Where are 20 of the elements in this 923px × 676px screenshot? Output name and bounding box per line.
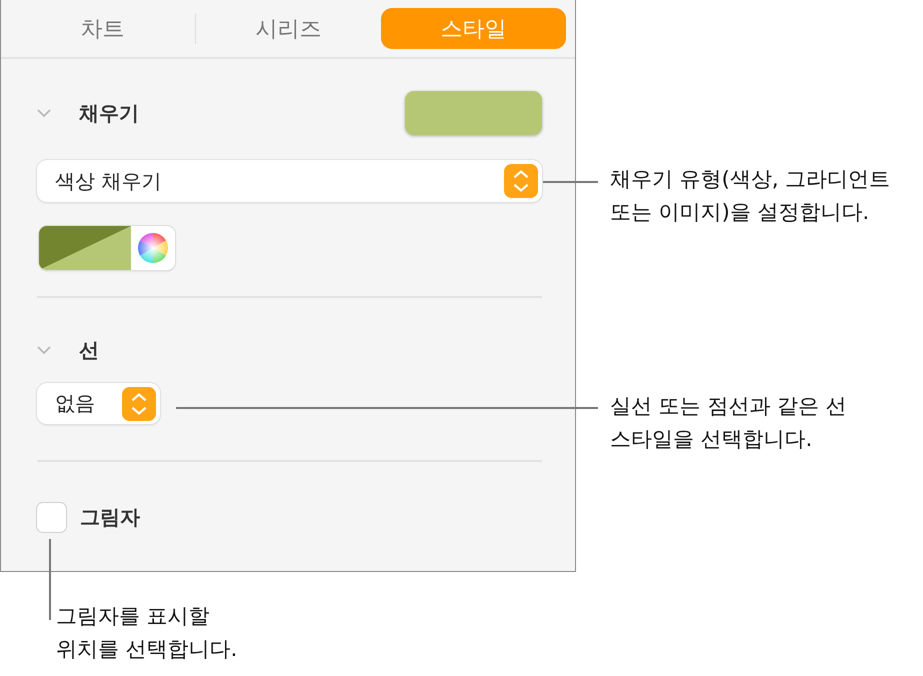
line-style-dropdown[interactable]: 없음 xyxy=(37,383,160,424)
checkbox-label: 그림자 xyxy=(80,504,140,531)
checkbox[interactable] xyxy=(37,503,66,532)
color-swatch[interactable] xyxy=(405,91,542,135)
section-title: 선 xyxy=(79,336,99,364)
color-wheel-icon[interactable] xyxy=(138,233,168,263)
stepper-icon xyxy=(122,386,156,420)
fill-type-dropdown[interactable]: 색상 채우기 xyxy=(37,160,542,202)
section-title: 채우기 xyxy=(79,100,139,126)
leader-line xyxy=(543,181,598,183)
color-well[interactable] xyxy=(39,226,131,270)
chevron-icon[interactable] xyxy=(37,346,51,354)
callout-text: 그림자를 표시할 위치를 선택합니다. xyxy=(56,603,238,663)
tab[interactable]: 시리즈 xyxy=(196,8,381,49)
callout-text: 채우기 유형(색상, 그라디언트 또는 이미지)을 설정합니다. xyxy=(610,166,890,226)
callout-text: 실선 또는 점선과 같은 선 스타일을 선택합니다. xyxy=(610,393,847,453)
stepper-icon xyxy=(504,164,538,198)
tab[interactable]: 차트 xyxy=(10,8,195,49)
tab[interactable]: 스타일 xyxy=(381,8,566,49)
chevron-icon[interactable] xyxy=(37,108,51,118)
